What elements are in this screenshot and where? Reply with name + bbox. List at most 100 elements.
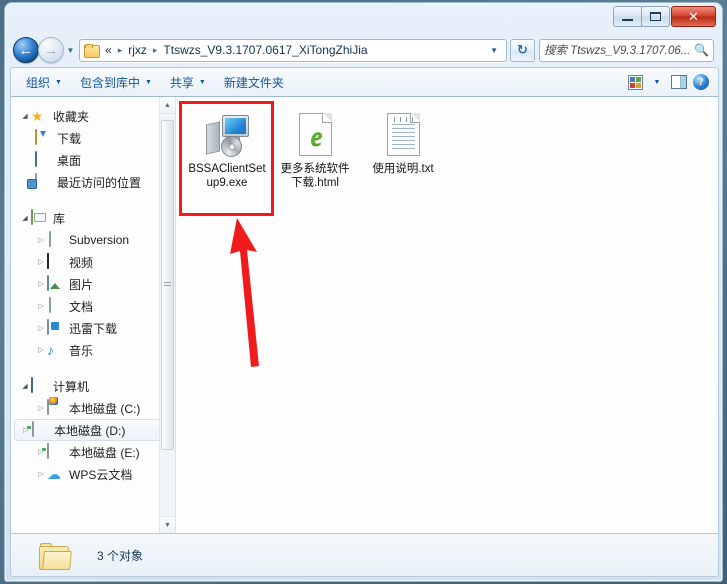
sidebar-item-downloads[interactable]: 下载: [11, 127, 175, 149]
collapse-twisty-icon[interactable]: ▷: [35, 404, 47, 412]
maximize-button[interactable]: [641, 6, 670, 27]
forward-arrow-icon: →: [43, 41, 59, 59]
toolbar-item-share[interactable]: 共享 ▼: [161, 71, 215, 94]
breadcrumb-separator: ▸: [117, 44, 123, 55]
chevron-down-icon: ▼: [66, 45, 75, 55]
search-input[interactable]: 搜索 Ttswzs_V9.3.1707.06...: [544, 42, 694, 58]
scrollbar-thumb[interactable]: [161, 120, 174, 450]
library-icon: [31, 209, 48, 226]
star-icon: ★: [31, 108, 44, 124]
forward-button[interactable]: →: [38, 37, 64, 63]
close-icon: ✕: [688, 8, 699, 24]
sidebar-item-drive-e[interactable]: ▷ 本地磁盘 (E:): [11, 441, 175, 463]
explorer-body: ◢ ★ 收藏夹 下载 桌面 最近访问的位置 ◢ 库 ▷ Subversion ▷…: [10, 97, 719, 533]
sidebar-item-drive-d[interactable]: ▷ 本地磁盘 (D:): [14, 419, 171, 441]
minimize-button[interactable]: [613, 6, 642, 27]
history-dropdown-button[interactable]: ▼: [64, 37, 77, 63]
xunlei-download-icon: [47, 319, 64, 336]
sidebar-item-label: 视频: [69, 255, 94, 270]
change-view-dropdown[interactable]: ▼: [648, 73, 666, 91]
recent-places-icon: [35, 173, 52, 190]
refresh-icon: ↻: [517, 42, 528, 57]
drive-icon: [47, 443, 64, 460]
sidebar-item-label: 图片: [69, 277, 94, 292]
file-item-bssaclientsetup9[interactable]: BSSAClientSetup9.exe: [184, 107, 270, 192]
sidebar-item-label: 本地磁盘 (C:): [69, 401, 141, 416]
navigation-scrollbar[interactable]: ▲ ▼: [159, 97, 175, 533]
preview-pane-button[interactable]: [670, 73, 688, 91]
search-box[interactable]: 搜索 Ttswzs_V9.3.1707.06... 🔍: [539, 38, 714, 62]
video-library-icon: [47, 253, 64, 270]
breadcrumb-overflow[interactable]: «: [102, 42, 115, 58]
refresh-button[interactable]: ↻: [510, 38, 535, 62]
sidebar-item-drive-c[interactable]: ▷ 本地磁盘 (C:): [11, 397, 175, 419]
address-dropdown-icon[interactable]: ▼: [485, 46, 503, 55]
help-button[interactable]: ?: [692, 73, 710, 91]
preview-pane-icon: [671, 75, 687, 89]
tree-group-favorites: ◢ ★ 收藏夹 下载 桌面 最近访问的位置: [11, 105, 175, 193]
sidebar-item-music[interactable]: ▷ ♪ 音乐: [11, 339, 175, 361]
html-file-icon: e: [291, 111, 339, 159]
toolbar-label: 组织: [26, 75, 51, 90]
status-item-count: 3 个对象: [97, 548, 144, 563]
sidebar-item-pictures[interactable]: ▷ 图片: [11, 273, 175, 295]
file-list-view[interactable]: BSSAClientSetup9.exe e 更多系统软件下载.html 使用说…: [176, 97, 718, 533]
file-name-label: 更多系统软件下载.html: [280, 163, 350, 189]
breadcrumb-item-current[interactable]: Ttswzs_V9.3.1707.0617_XiTongZhiJia: [160, 42, 370, 58]
file-item-usage-instructions-txt[interactable]: 使用说明.txt: [360, 107, 446, 192]
expand-twisty-icon[interactable]: ◢: [19, 214, 31, 222]
collapse-twisty-icon[interactable]: ▷: [35, 302, 47, 310]
breadcrumb-item-rjxz[interactable]: rjxz: [125, 42, 150, 58]
toolbar-item-new-folder[interactable]: 新建文件夹: [215, 71, 293, 94]
scroll-up-button[interactable]: ▲: [160, 97, 175, 114]
sidebar-item-wps-cloud[interactable]: ▷ ☁ WPS云文档: [11, 463, 175, 485]
sidebar-item-documents[interactable]: ▷ 文档: [11, 295, 175, 317]
help-icon: ?: [693, 74, 709, 90]
scrollbar-track[interactable]: [160, 114, 175, 516]
sidebar-item-label: 本地磁盘 (E:): [69, 445, 140, 460]
sidebar-item-computer[interactable]: ◢ 计算机: [11, 375, 175, 397]
chevron-down-icon: ▼: [55, 78, 62, 86]
sidebar-item-desktop[interactable]: 桌面: [11, 149, 175, 171]
file-item-more-software-html[interactable]: e 更多系统软件下载.html: [272, 107, 358, 192]
expand-twisty-icon[interactable]: ◢: [19, 382, 31, 390]
change-view-button[interactable]: [626, 73, 644, 91]
sidebar-item-label: 本地磁盘 (D:): [54, 423, 126, 438]
folder-icon: [39, 540, 73, 570]
folder-icon: [84, 43, 100, 58]
sidebar-item-videos[interactable]: ▷ 视频: [11, 251, 175, 273]
collapse-twisty-icon[interactable]: ▷: [35, 324, 47, 332]
toolbar-item-include-in-library[interactable]: 包含到库中 ▼: [71, 71, 161, 94]
navigation-tree: ◢ ★ 收藏夹 下载 桌面 最近访问的位置 ◢ 库 ▷ Subversion ▷…: [11, 97, 175, 485]
desktop-icon: [35, 151, 52, 168]
sidebar-item-subversion[interactable]: ▷ Subversion: [11, 229, 175, 251]
sidebar-item-recent-places[interactable]: 最近访问的位置: [11, 171, 175, 193]
sidebar-item-label: WPS云文档: [69, 467, 133, 482]
expand-twisty-icon[interactable]: ◢: [19, 112, 31, 120]
computer-icon: [31, 377, 48, 394]
collapse-twisty-icon[interactable]: ▷: [35, 346, 47, 354]
setup-exe-icon: [203, 111, 251, 159]
sidebar-item-favorites[interactable]: ◢ ★ 收藏夹: [11, 105, 175, 127]
address-bar[interactable]: « ▸ rjxz ▸ Ttswzs_V9.3.1707.0617_XiTongZ…: [79, 38, 507, 62]
back-button[interactable]: ←: [13, 37, 39, 63]
documents-library-icon: [47, 297, 64, 314]
toolbar-item-organize[interactable]: 组织 ▼: [17, 71, 71, 94]
collapse-twisty-icon[interactable]: ▷: [35, 280, 47, 288]
sidebar-item-xunlei-download[interactable]: ▷ 迅雷下载: [11, 317, 175, 339]
sidebar-item-label: 库: [53, 211, 66, 226]
close-button[interactable]: ✕: [671, 6, 716, 27]
collapse-twisty-icon[interactable]: ▷: [35, 236, 47, 244]
sidebar-item-libraries[interactable]: ◢ 库: [11, 207, 175, 229]
sidebar-item-label: 最近访问的位置: [57, 175, 142, 190]
sidebar-item-label: 计算机: [53, 379, 90, 394]
collapse-twisty-icon[interactable]: ▷: [35, 258, 47, 266]
collapse-twisty-icon[interactable]: ▷: [35, 470, 47, 478]
sidebar-item-label: 文档: [69, 299, 94, 314]
chevron-down-icon: ▼: [144, 78, 152, 86]
drive-icon: [32, 421, 49, 438]
toolbar-label: 共享: [169, 75, 194, 90]
scroll-down-button[interactable]: ▼: [160, 516, 175, 533]
